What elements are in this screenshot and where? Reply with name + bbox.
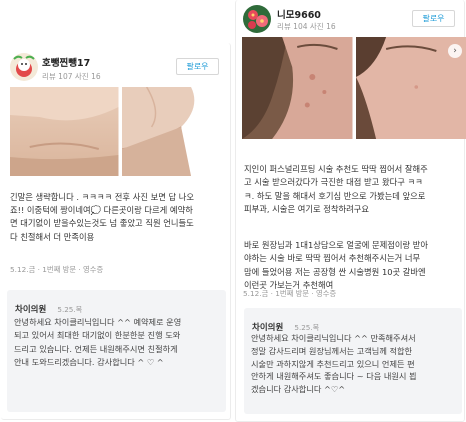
reply-text: 안녕하세요 차이클리닉입니다 ^^ 예약제로 운영 되고 있어서 최대한 대기없…	[14, 317, 182, 368]
review-card-right: 니모9660 리뷰 104 사진 16 팔로우 › 지인이 퍼스널리프팅 시술 …	[235, 0, 466, 422]
review-photo-2[interactable]	[121, 87, 230, 176]
review-paragraph: 바로 원장님과 1대1상담으로 얼굴에 문제점이랑 받아 야하는 시술 바로 딱…	[244, 240, 429, 290]
avatar-image	[243, 5, 271, 33]
avatar[interactable]	[10, 53, 38, 81]
visit-count: 1번째 방문	[38, 265, 76, 274]
visit-info: 5.12.금 1번째 방문 영수증	[10, 265, 103, 275]
review-text: 긴말은 생략합니다 . ㅋㅋㅋㅋ 전후 사진 보면 답 나오 죠!! 이중턱에 …	[10, 192, 195, 242]
review-text: 지인이 퍼스널리프팅 시술 추천도 딱딱 찝어서 잘해주 고 시술 받으러갔다가…	[244, 150, 464, 305]
after-photo	[121, 87, 230, 176]
review-photo-1[interactable]	[242, 37, 353, 139]
follow-button[interactable]: 팔로우	[176, 58, 219, 75]
review-photos[interactable]	[242, 37, 466, 139]
reply-text: 안녕하세요 차이클리닉입니다 ^^ 만족해주셔서 정말 감사드리며 원장님께서는…	[251, 333, 417, 395]
reply-header: 차이의원 5.25.목	[15, 297, 82, 316]
before-photo	[242, 37, 353, 139]
owner-reply: 차이의원 5.25.목 안녕하세요 차이클리닉입니다 ^^ 만족해주셔서 정말 …	[244, 308, 462, 414]
visit-info: 5.12.금 1번째 방문 영수증	[243, 289, 336, 299]
visit-date: 5.12.금	[243, 289, 269, 298]
reviewer-name[interactable]: 니모9660	[277, 7, 321, 21]
review-card-left: 호뺑찐뺑17 리뷰 107 사진 16 팔로우 긴말은 생략합니다 . ㅋㅋㅋㅋ…	[1, 43, 231, 420]
follow-button[interactable]: 팔로우	[412, 10, 455, 27]
owner-reply: 차이의원 5.25.목 안녕하세요 차이클리닉입니다 ^^ 예약제로 운영 되고…	[7, 290, 226, 412]
review-photo-1[interactable]	[10, 87, 119, 176]
before-photo	[10, 87, 119, 176]
review-paragraph: 지인이 퍼스널리프팅 시술 추천도 딱딱 찝어서 잘해주 고 시술 받으러갔다가…	[244, 164, 428, 214]
reply-date: 5.25.목	[294, 323, 320, 332]
reviewer-stats: 리뷰 104 사진 16	[277, 22, 336, 31]
visit-count: 1번째 방문	[271, 289, 309, 298]
reply-date: 5.25.목	[57, 305, 83, 314]
visit-date: 5.12.금	[10, 265, 36, 274]
review-photos[interactable]	[10, 87, 230, 176]
receipt-tag: 영수증	[78, 265, 103, 274]
avatar-image	[10, 53, 38, 81]
avatar[interactable]	[243, 5, 271, 33]
receipt-tag: 영수증	[311, 289, 336, 298]
reviewer-stats: 리뷰 107 사진 16	[42, 72, 101, 81]
reviewer-name[interactable]: 호뺑찐뺑17	[42, 55, 90, 69]
reply-author: 차이의원	[15, 305, 47, 315]
chevron-right-icon[interactable]: ›	[448, 44, 462, 58]
